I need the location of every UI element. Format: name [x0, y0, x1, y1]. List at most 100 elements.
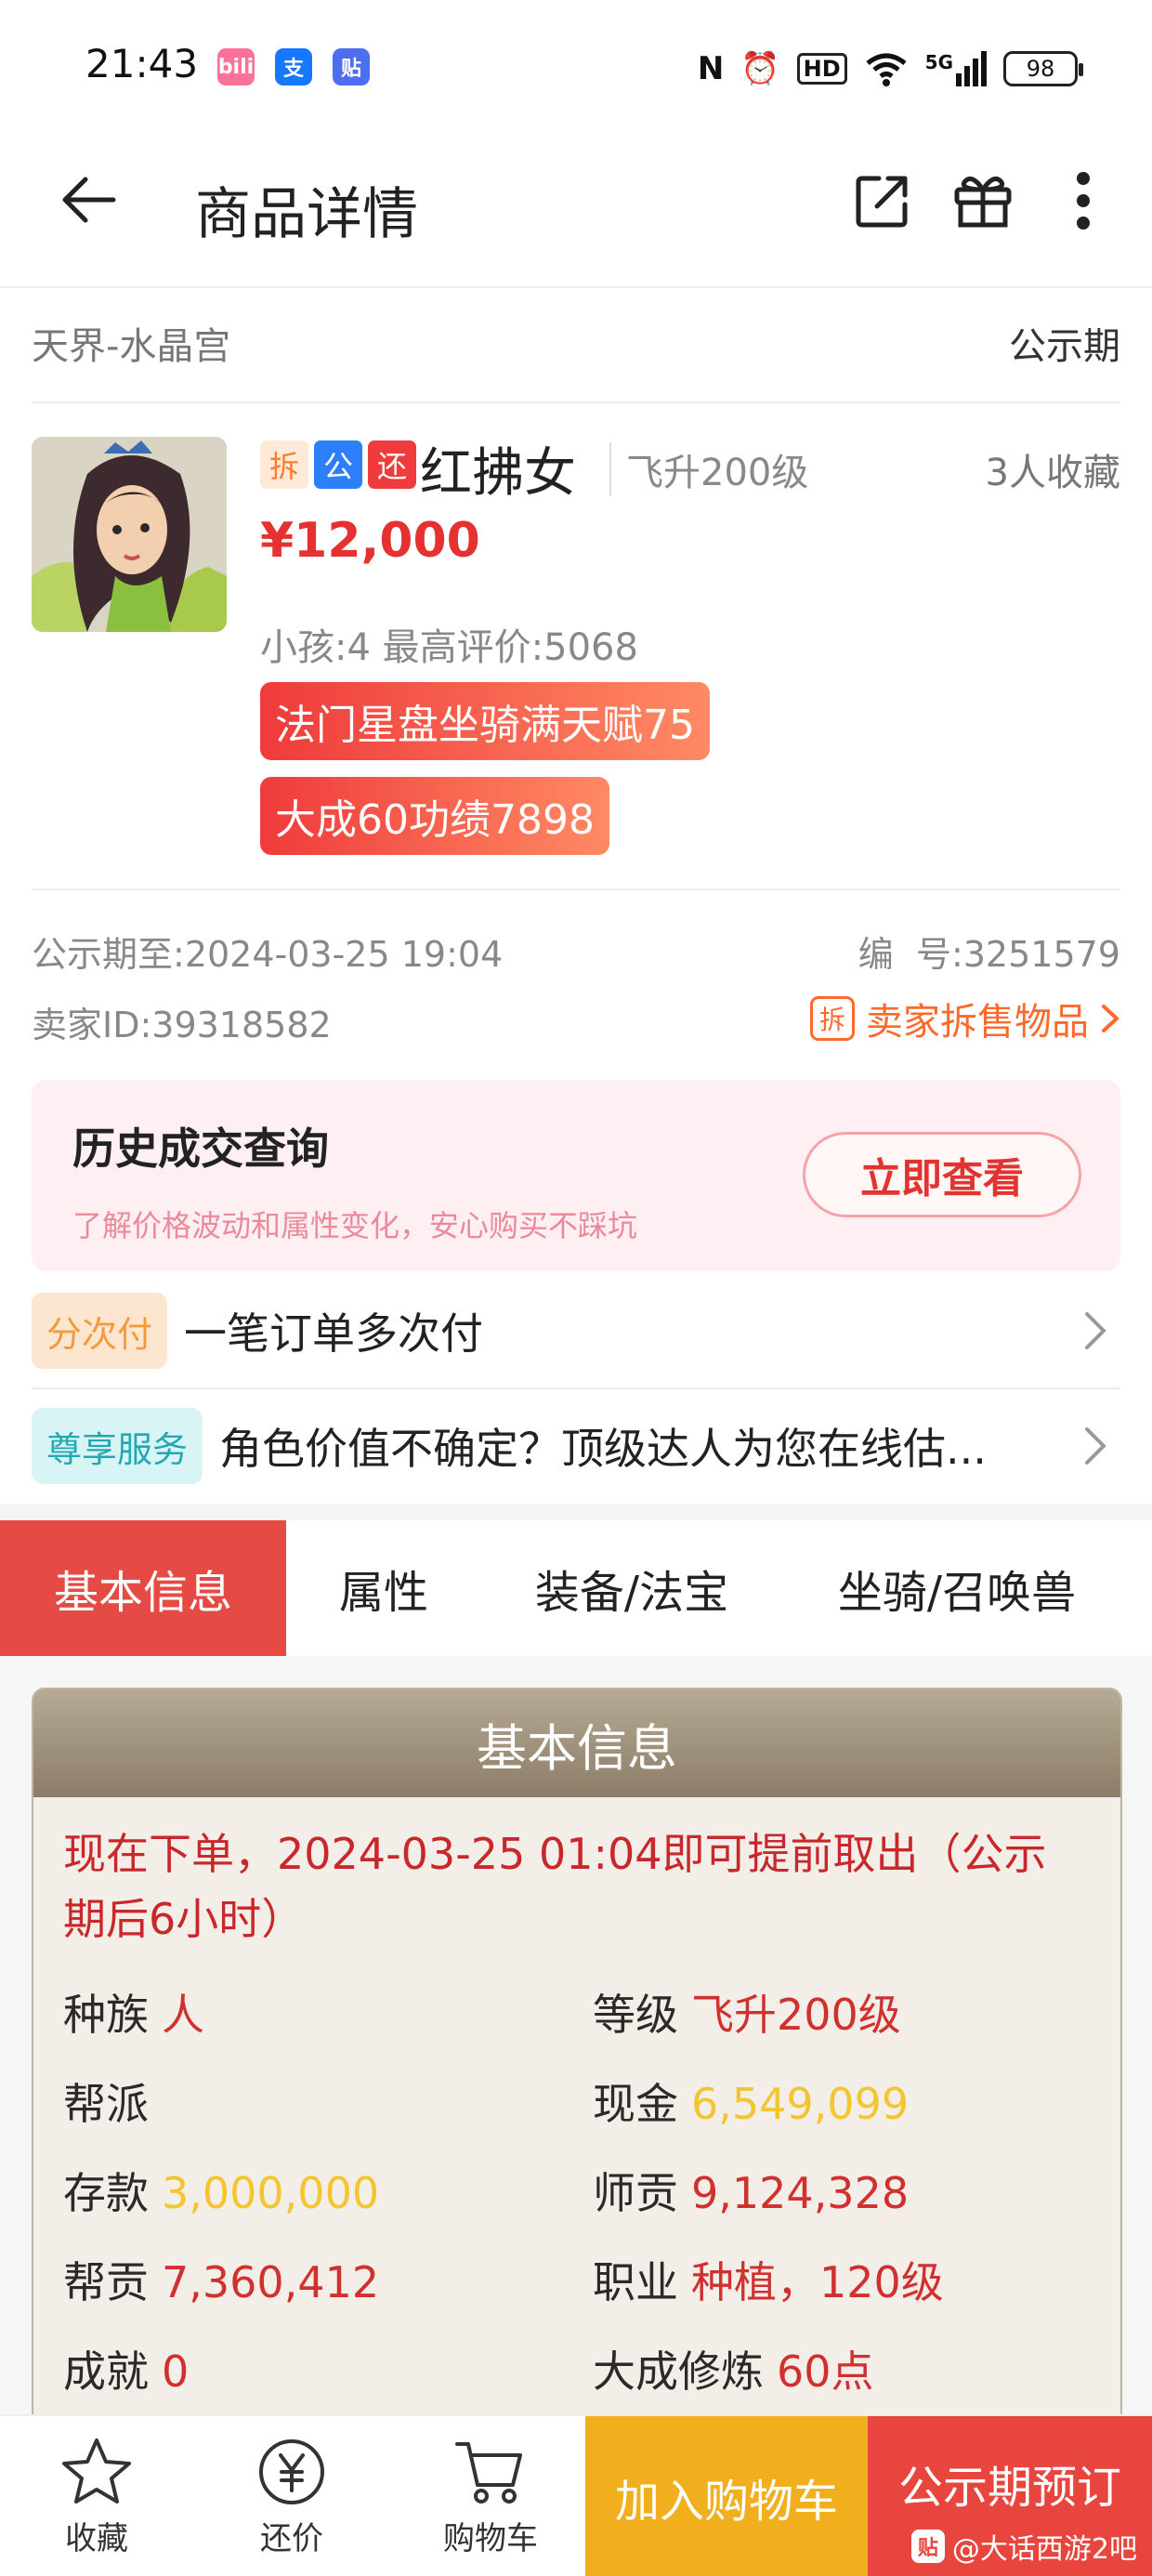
- installment-badge: 分次付: [32, 1293, 168, 1369]
- chevron-right-icon: [1085, 1427, 1106, 1465]
- app-header: 商品详情: [0, 130, 1152, 288]
- field-value: 0: [162, 2346, 190, 2397]
- basic-info-title: 基本信息: [33, 1689, 1120, 1797]
- field-label: 存款: [63, 2168, 149, 2218]
- split-icon: 拆: [810, 996, 855, 1041]
- field-deposit: 存款 3,000,000: [63, 2160, 379, 2221]
- tab-mounts-pets[interactable]: 坐骑/召唤兽: [799, 1520, 1115, 1656]
- premium-service-row[interactable]: 尊享服务 角色价值不确定？顶级达人为您在线估...: [32, 1401, 1120, 1491]
- installment-text: 一笔订单多次付: [184, 1308, 484, 1359]
- preorder-label: 公示期预订: [897, 2462, 1121, 2514]
- public-period: 公示期至:2024-03-25 19:04: [32, 926, 503, 977]
- public-period-value: 2024-03-25 19:04: [184, 934, 504, 975]
- seller-split-items-link[interactable]: 拆 卖家拆售物品: [810, 992, 1120, 1045]
- tab-equipment[interactable]: 装备/法宝: [492, 1520, 771, 1656]
- tieba-icon: 贴: [333, 48, 370, 85]
- field-label: 帮派: [63, 2079, 149, 2129]
- item-number-value: 3251579: [962, 934, 1120, 975]
- field-label: 大成修炼: [593, 2346, 764, 2397]
- field-value: 飞升200级: [691, 1990, 901, 2040]
- listing-status: 公示期: [1009, 325, 1120, 368]
- installment-row[interactable]: 分次付 一笔订单多次付: [32, 1286, 1120, 1375]
- notice-line: 期后6小时）: [63, 1894, 305, 1944]
- cart-button[interactable]: 购物车: [398, 2416, 583, 2576]
- field-race: 种族人: [63, 1981, 204, 2043]
- page-title: 商品详情: [195, 182, 418, 247]
- field-guild-contribution: 帮贡 7,360,412: [63, 2249, 379, 2310]
- field-training: 大成修炼 60点: [593, 2338, 874, 2399]
- item-number-label: 编 号:: [857, 934, 963, 975]
- field-mentor: 师贡 9,124,328: [593, 2160, 909, 2221]
- highlight-tag: 法门星盘坐骑满天赋75: [260, 682, 710, 760]
- price: ¥12,000: [260, 513, 480, 569]
- view-history-button[interactable]: 立即查看: [803, 1132, 1081, 1217]
- more-icon[interactable]: [1044, 162, 1122, 240]
- divider: [32, 1387, 1120, 1389]
- share-icon[interactable]: [844, 162, 922, 240]
- seller-link-label: 卖家拆售物品: [866, 1001, 1089, 1044]
- status-time: 21:43: [85, 41, 199, 86]
- field-value: 3,000,000: [162, 2168, 380, 2218]
- chevron-right-icon: [1085, 1312, 1106, 1349]
- status-icons: N ⏰ HD 5G 98: [697, 43, 1083, 95]
- history-trade-card: 历史成交查询 了解价格波动和属性变化，安心购买不踩坑 立即查看: [32, 1080, 1120, 1271]
- back-arrow-icon[interactable]: [58, 167, 123, 232]
- field-value: 60点: [777, 2346, 874, 2397]
- premium-service-badge: 尊享服务: [32, 1408, 203, 1484]
- field-level: 等级 飞升200级: [593, 1981, 901, 2043]
- chevron-right-icon: [1102, 1005, 1119, 1032]
- alipay-icon: 支: [275, 48, 312, 85]
- basic-info-panel: 基本信息 现在下单，2024-03-25 01:04即可提前取出（公示 期后6小…: [32, 1688, 1122, 2431]
- history-subtitle: 了解价格波动和属性变化，安心购买不踩坑: [72, 1208, 638, 1243]
- divider: [32, 888, 1120, 890]
- character-summary: 小孩:4 最高评价:5068: [260, 626, 638, 669]
- field-value: 7,360,412: [162, 2257, 380, 2307]
- character-avatar[interactable]: [32, 437, 227, 632]
- network-type: 5G: [924, 51, 953, 73]
- field-value: 9,124,328: [691, 2168, 910, 2218]
- star-icon: [62, 2438, 131, 2504]
- alarm-icon: ⏰: [740, 50, 780, 87]
- character-name: 红拂女: [420, 443, 576, 504]
- character-level: 飞升200级: [609, 442, 808, 496]
- bottom-action-bar: 收藏 还价 购物车 加入购物车 公示期预订 贴 @大话西游2吧: [0, 2414, 1152, 2576]
- favorites-count: 3人收藏: [985, 452, 1120, 494]
- history-title: 历史成交查询: [72, 1124, 329, 1174]
- bargain-label: 还价: [260, 2519, 323, 2557]
- field-value: 人: [162, 1990, 204, 2040]
- tag-huan: 还: [368, 440, 416, 489]
- seller-id-value: 39318582: [151, 1005, 332, 1045]
- tag-chai: 拆: [260, 440, 308, 489]
- add-to-cart-button[interactable]: 加入购物车: [585, 2416, 868, 2576]
- tab-basic-info[interactable]: 基本信息: [0, 1520, 286, 1656]
- public-period-label: 公示期至:: [32, 934, 185, 975]
- seller-id-label: 卖家ID:: [32, 1005, 152, 1045]
- nfc-icon: N: [697, 50, 725, 87]
- field-value: 种植，120级: [691, 2257, 944, 2307]
- yen-coin-icon: [259, 2438, 324, 2504]
- hd-icon: HD: [796, 53, 847, 85]
- bargain-button[interactable]: 还价: [199, 2416, 385, 2576]
- bilibili-icon: bili: [217, 48, 255, 85]
- wifi-icon: [866, 53, 907, 86]
- preorder-button[interactable]: 公示期预订 贴 @大话西游2吧: [868, 2416, 1152, 2576]
- battery-icon: 98: [1003, 51, 1083, 86]
- favorite-button[interactable]: 收藏: [4, 2416, 190, 2576]
- watermark: 贴 @大话西游2吧: [910, 2526, 1137, 2567]
- field-label: 帮贡: [63, 2257, 149, 2307]
- highlight-tag: 大成60功绩7898: [260, 777, 609, 855]
- seller-id: 卖家ID:39318582: [32, 996, 332, 1047]
- field-achievement: 成就 0: [63, 2338, 189, 2399]
- field-job: 职业 种植，120级: [593, 2249, 944, 2310]
- watermark-text: @大话西游2吧: [951, 2533, 1137, 2566]
- gift-icon[interactable]: [944, 162, 1022, 240]
- tab-attributes[interactable]: 属性: [286, 1520, 481, 1656]
- field-label: 现金: [593, 2079, 678, 2129]
- notice-line: 现在下单，2024-03-25 01:04即可提前取出（公示: [63, 1829, 1047, 1879]
- field-label: 成就: [63, 2346, 149, 2397]
- status-bar: 21:43 bili 支 贴 N ⏰ HD 5G 98: [0, 0, 1152, 130]
- cart-icon: [455, 2441, 522, 2504]
- tag-gong: 公: [314, 440, 362, 489]
- detail-tabs: 基本信息 属性 装备/法宝 坐骑/召唤兽: [0, 1520, 1152, 1656]
- item-number: 编 号:3251579: [858, 926, 1120, 977]
